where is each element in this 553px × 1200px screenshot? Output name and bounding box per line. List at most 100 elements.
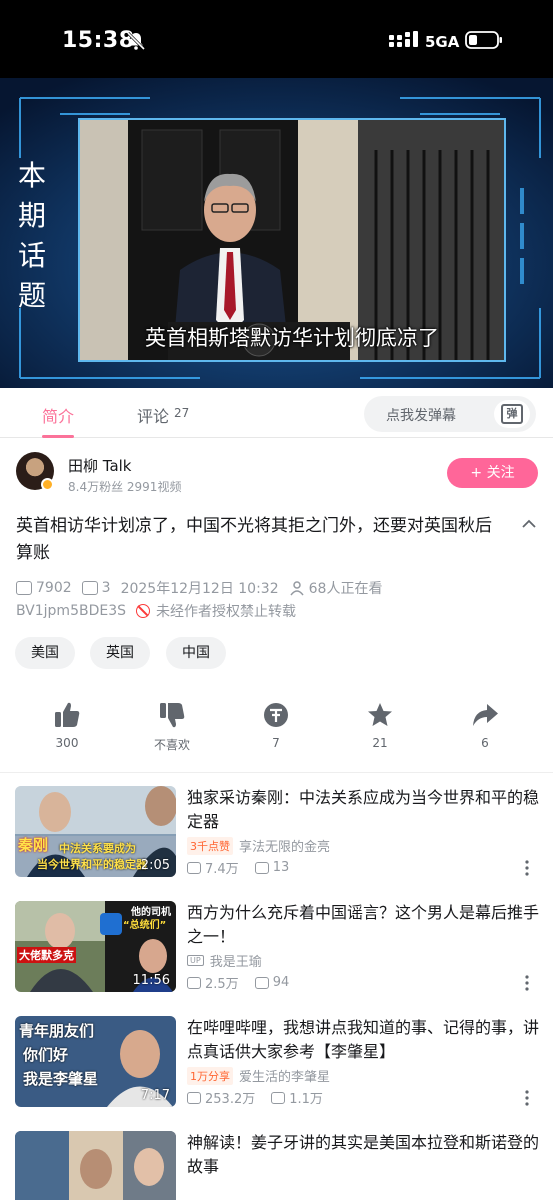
rec-author-line: 1万分享 爱生活的李肇星 xyxy=(187,1066,330,1085)
rec-stats: 2.5万 94 xyxy=(187,973,289,992)
video-duration: 11:56 xyxy=(132,973,170,988)
thumbnail-caption: 中法关系要成为 xyxy=(59,842,136,855)
rec-title[interactable]: 独家采访秦刚：中法关系应成为当今世界和平的稳定器 xyxy=(187,786,539,834)
danmaku-icon: 弹 xyxy=(501,404,523,424)
tag-item[interactable]: 美国 xyxy=(15,637,75,669)
tag-item[interactable]: 中国 xyxy=(166,637,226,669)
thumbs-up-icon xyxy=(55,702,80,727)
video-thumbnail[interactable]: 大佬默多克 他的司机 “总统们” 11:56 xyxy=(15,901,176,992)
up-icon: UP xyxy=(187,955,204,966)
video-thumbnail[interactable]: 青年朋友们 你们好 我是李肇星 7:17 xyxy=(15,1016,176,1107)
rec-title[interactable]: 神解读！姜子牙讲的其实是美国本拉登和斯诺登的故事 xyxy=(187,1131,539,1179)
thumbnail-caption: 我是李肇星 xyxy=(23,1070,99,1088)
recommended-video[interactable]: 大佬默多克 他的司机 “总统们” 11:56 西方为什么充斥着中国谣言？这个男人… xyxy=(0,901,553,1017)
uploader-name[interactable]: 田柳 Talk xyxy=(68,455,132,476)
danmaku-settings-button[interactable]: 弹 xyxy=(494,400,530,428)
play-count-icon xyxy=(187,976,201,989)
video-duration: 2:05 xyxy=(140,858,170,873)
verified-badge-icon xyxy=(41,478,54,491)
rec-stats: 253.2万 1.1万 xyxy=(187,1088,323,1107)
rec-views: 7.4万 xyxy=(205,862,239,877)
thumbnail-caption: 当今世界和平的稳定器 xyxy=(37,858,147,871)
rec-danmaku: 13 xyxy=(272,860,290,875)
rec-views: 253.2万 xyxy=(205,1092,256,1107)
thumbnail-caption: “总统们” xyxy=(123,920,167,931)
tab-intro[interactable]: 简介 xyxy=(42,403,74,427)
tag-item[interactable]: 英国 xyxy=(90,637,150,669)
rec-author: 享法无限的金亮 xyxy=(239,840,331,855)
danmaku-count-icon xyxy=(254,976,269,989)
video-meta: 7902 3 2025年12月12日 10:32 68人正在看 xyxy=(16,578,382,598)
more-options-icon[interactable] xyxy=(524,860,530,876)
thumbnail-caption: 青年朋友们 xyxy=(19,1022,95,1040)
status-time: 15:38 xyxy=(62,28,135,53)
divider xyxy=(0,772,553,773)
play-count-icon xyxy=(187,861,201,874)
hot-badge: 1万分享 xyxy=(187,1066,233,1085)
danmaku-count-icon xyxy=(254,861,269,874)
favorite-button[interactable]: 21 xyxy=(345,700,415,750)
recommended-video[interactable]: 秦刚 中法关系要成为 当今世界和平的稳定器 2:05 独家采访秦刚：中法关系应成… xyxy=(0,786,553,902)
bvid: BV1jpm5BDE3S xyxy=(16,603,127,619)
share-icon xyxy=(473,704,498,726)
coin-icon xyxy=(264,703,288,727)
view-count: 7902 xyxy=(36,580,72,596)
watching-icon xyxy=(290,581,304,596)
danmaku-count-icon xyxy=(271,1091,286,1104)
uploader-stats: 8.4万粉丝 2991视频 xyxy=(68,480,182,494)
video-thumbnail[interactable]: 秦刚 中法关系要成为 当今世界和平的稳定器 2:05 xyxy=(15,786,176,877)
follow-button[interactable]: + 关注 xyxy=(447,458,538,488)
thumbs-down-icon xyxy=(160,703,185,728)
share-button[interactable]: 6 xyxy=(450,700,520,750)
status-bar: 15:38 5GA xyxy=(0,0,553,78)
danmaku-count: 3 xyxy=(101,580,111,596)
tab-comments[interactable]: 评论 xyxy=(137,403,169,427)
rec-author-line: UP 我是王瑜 xyxy=(187,951,262,970)
thumbnail-image xyxy=(15,1131,176,1200)
coin-button[interactable]: 7 xyxy=(241,700,311,750)
dislike-button[interactable]: 不喜欢 xyxy=(137,700,207,753)
active-tab-indicator xyxy=(42,435,74,438)
danmaku-count-icon xyxy=(81,581,98,595)
rec-author-line: 3千点赞 享法无限的金亮 xyxy=(187,836,330,855)
thumbnail-caption: 大佬默多克 xyxy=(17,947,76,963)
tab-bar: 简介 评论 27 点我发弹幕 弹 xyxy=(0,388,553,438)
rec-title[interactable]: 在哔哩哔哩，我想讲点我知道的事、记得的事，讲点真话供大家参考【李肇星】 xyxy=(187,1016,539,1064)
star-icon xyxy=(368,703,392,726)
network-type: 5GA xyxy=(425,33,460,51)
thumbnail-caption: 你们好 xyxy=(23,1046,69,1064)
play-count-icon xyxy=(16,581,32,595)
signal-icon xyxy=(389,31,418,47)
chevron-up-icon[interactable] xyxy=(519,516,539,532)
rec-title[interactable]: 西方为什么充斥着中国谣言？这个男人是幕后推手之一！ xyxy=(187,901,539,949)
rec-danmaku: 1.1万 xyxy=(289,1092,323,1107)
watching-count: 68人正在看 xyxy=(308,581,383,597)
hot-badge: 3千点赞 xyxy=(187,836,233,855)
repost-notice: 未经作者授权禁止转载 xyxy=(156,604,297,620)
danmaku-placeholder: 点我发弹幕 xyxy=(386,408,456,424)
video-player[interactable]: 本期话题 英首相斯塔默访华计划彻底凉了 xyxy=(0,78,553,388)
video-title: 英首相访华计划凉了，中国不光将其拒之门外，还要对英国秋后算账 xyxy=(16,516,492,563)
topic-label: 本期话题 xyxy=(17,159,46,312)
more-options-icon[interactable] xyxy=(524,1090,530,1106)
recommended-video[interactable]: 神解读！姜子牙讲的其实是美国本拉登和斯诺登的故事 xyxy=(0,1131,553,1200)
mute-bell-icon xyxy=(126,31,146,51)
video-meta-2: BV1jpm5BDE3S 未经作者授权禁止转载 xyxy=(16,601,296,621)
video-subtitle: 英首相斯塔默访华计划彻底凉了 xyxy=(145,326,439,350)
comments-count: 27 xyxy=(174,406,190,420)
rec-views: 2.5万 xyxy=(205,977,239,992)
like-button[interactable]: 300 xyxy=(32,700,102,750)
video-duration: 7:17 xyxy=(140,1088,170,1103)
video-frame: 英首相斯塔默访华计划彻底凉了 xyxy=(78,118,506,362)
more-options-icon[interactable] xyxy=(524,975,530,991)
play-count-icon xyxy=(187,1091,201,1104)
video-thumbnail[interactable] xyxy=(15,1131,176,1200)
rec-stats: 7.4万 13 xyxy=(187,858,289,877)
battery-icon xyxy=(465,31,502,49)
rec-danmaku: 94 xyxy=(272,975,290,990)
danmaku-input[interactable]: 点我发弹幕 弹 xyxy=(364,396,536,432)
thumbnail-caption: 秦刚 xyxy=(18,836,49,854)
rec-author: 我是王瑜 xyxy=(209,955,262,970)
rec-author: 爱生活的李肇星 xyxy=(239,1070,331,1085)
recommended-video[interactable]: 青年朋友们 你们好 我是李肇星 7:17 在哔哩哔哩，我想讲点我知道的事、记得的… xyxy=(0,1016,553,1132)
